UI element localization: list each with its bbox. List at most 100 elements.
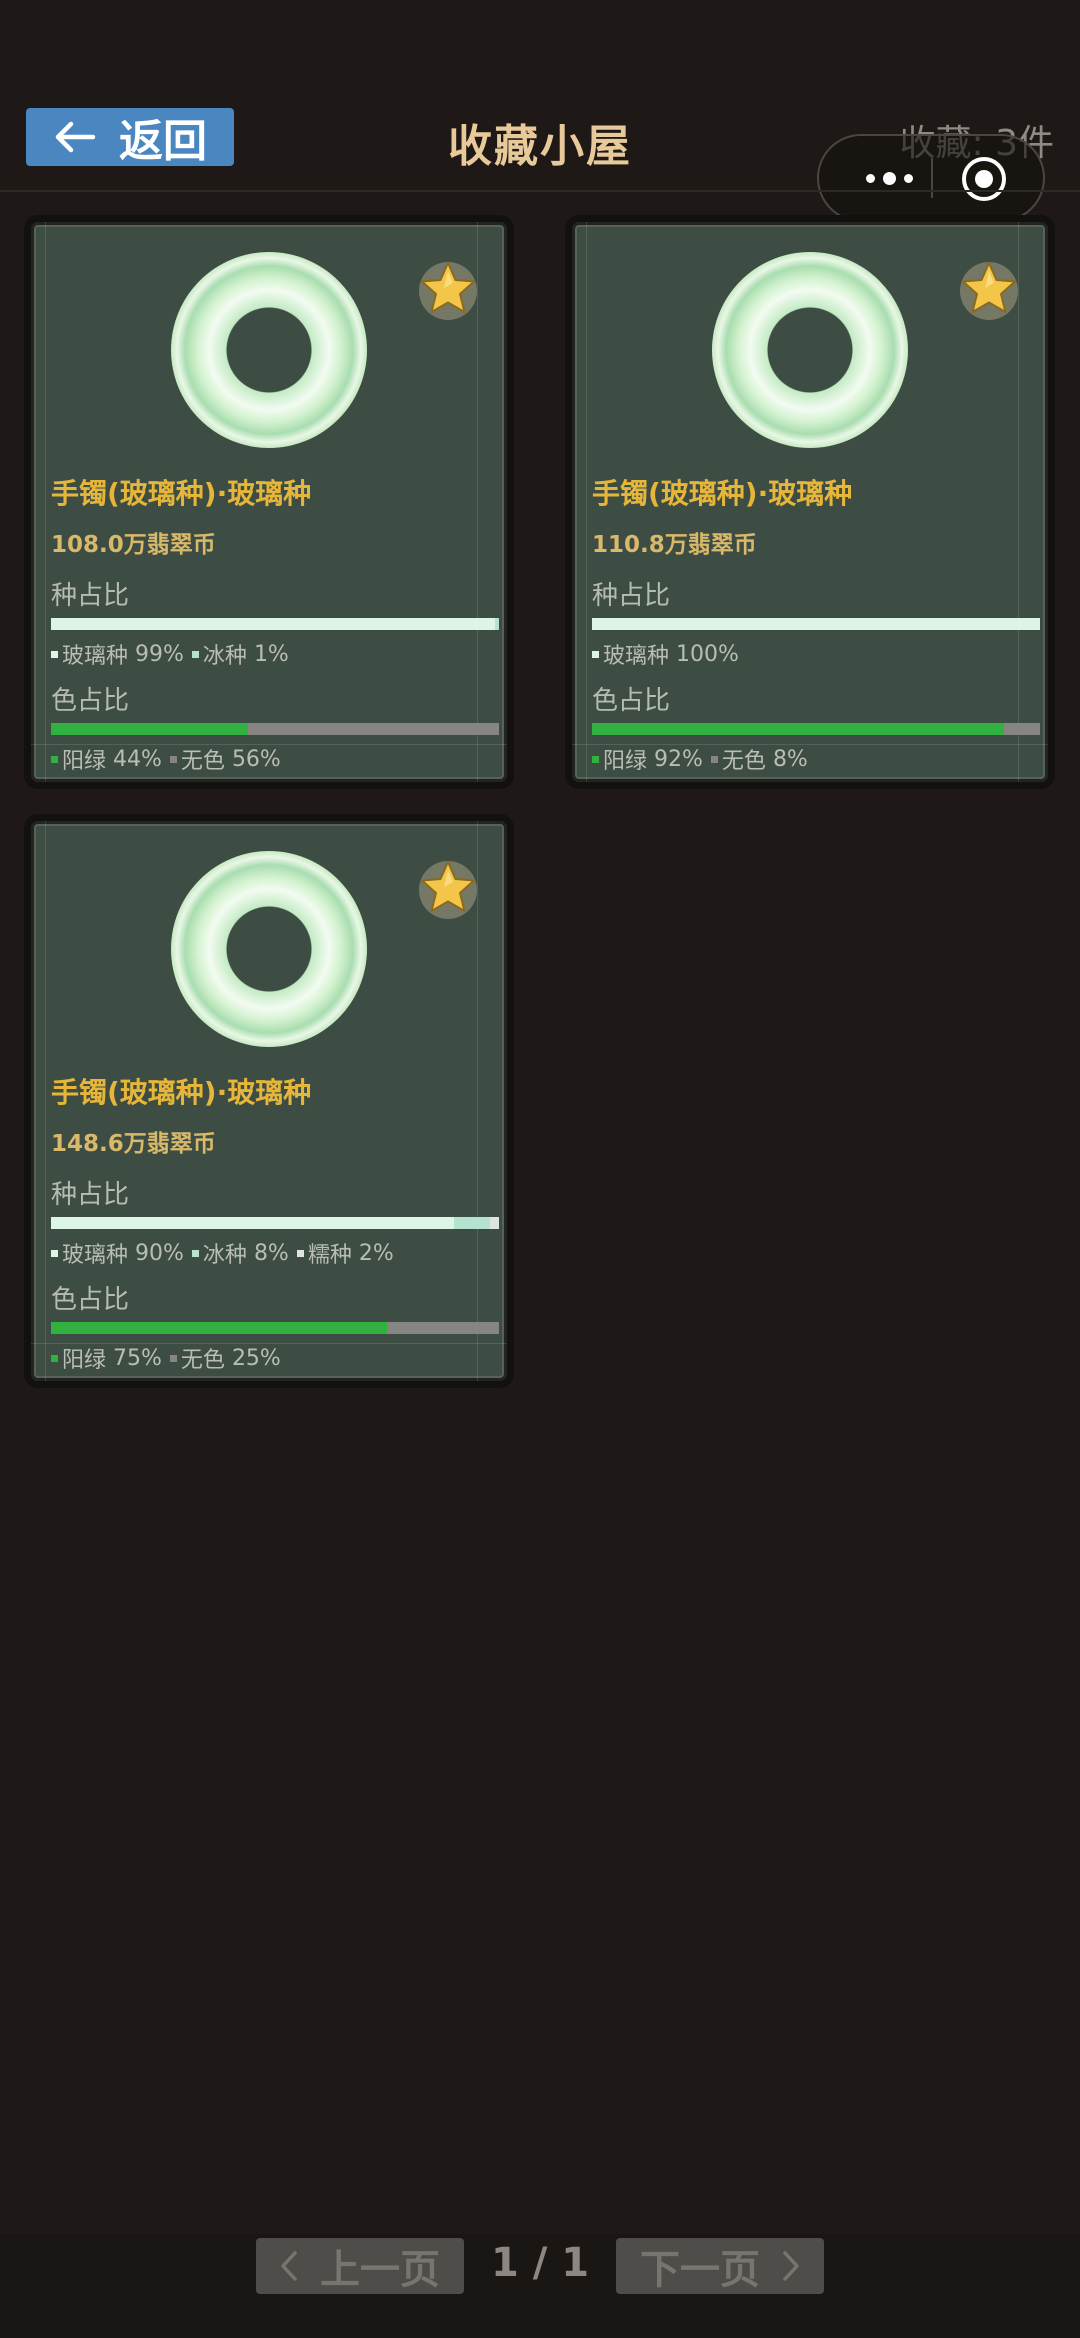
favorite-star-icon[interactable] — [957, 257, 1021, 321]
item-price: 148.6万翡翠币 — [51, 1131, 216, 1157]
legend-percent: 8% — [253, 1240, 289, 1266]
type-legend: 玻璃种 90% 冰种 8% 糯种 2% — [51, 1237, 402, 1269]
legend-entry: 无色 8% — [710, 743, 808, 775]
type-segment-ice — [454, 1217, 491, 1229]
jade-bangle-image — [712, 252, 908, 448]
legend-entry: 无色 25% — [169, 1342, 281, 1374]
favorite-star-icon[interactable] — [416, 856, 480, 920]
chevron-left-icon — [281, 2251, 297, 2281]
legend-label: 玻璃种 — [603, 644, 670, 669]
prev-page-button[interactable]: 上一页 — [256, 2238, 464, 2294]
prev-page-label: 上一页 — [320, 2247, 440, 2293]
collection-card[interactable]: 手镯(玻璃种)·玻璃种 108.0万翡翠币 种占比 玻璃种 99% 冰种 1% … — [24, 215, 514, 789]
jade-bangle-image — [171, 252, 367, 448]
dot-icon — [882, 171, 896, 185]
legend-percent: 100% — [676, 641, 739, 667]
color-legend: 阳绿 92% 无色 8% — [592, 743, 816, 775]
type-segment-glass — [592, 618, 1040, 630]
legend-swatch — [51, 1354, 58, 1362]
legend-label: 无色 — [180, 749, 225, 774]
legend-entry: 玻璃种 100% — [592, 638, 739, 670]
color-ratio-bar — [51, 723, 499, 735]
type-ratio-label: 种占比 — [51, 1180, 130, 1210]
capsule-divider — [931, 158, 933, 198]
legend-label: 阳绿 — [62, 1348, 107, 1373]
type-ratio-label: 种占比 — [592, 581, 671, 611]
legend-entry: 糯种 2% — [296, 1237, 394, 1269]
header-divider — [0, 190, 1080, 192]
legend-label: 玻璃种 — [62, 644, 129, 669]
legend-swatch — [592, 755, 599, 763]
color-segment-colorless — [387, 1322, 499, 1334]
legend-entry: 阳绿 44% — [51, 743, 162, 775]
legend-swatch — [191, 650, 199, 658]
type-ratio-bar — [51, 1217, 499, 1229]
type-legend: 玻璃种 99% 冰种 1% — [51, 638, 297, 670]
legend-label: 糯种 — [307, 1243, 352, 1268]
more-options-button[interactable] — [849, 136, 929, 220]
type-segment-glass — [51, 1217, 455, 1229]
type-ratio-label: 种占比 — [51, 581, 130, 611]
item-name: 手镯(玻璃种)·玻璃种 — [51, 1076, 312, 1109]
legend-swatch — [710, 755, 718, 763]
legend-entry: 阳绿 92% — [592, 743, 703, 775]
close-mini-program-icon[interactable] — [959, 154, 1009, 204]
color-ratio-label: 色占比 — [51, 1285, 130, 1315]
legend-percent: 25% — [231, 1345, 281, 1371]
color-segment-green — [51, 723, 249, 735]
legend-entry: 玻璃种 99% — [51, 638, 184, 670]
mini-program-capsule — [817, 134, 1045, 222]
legend-label: 阳绿 — [62, 749, 107, 774]
dot-icon — [903, 173, 913, 183]
jade-bangle-image — [171, 851, 367, 1047]
color-segment-green — [592, 723, 1005, 735]
legend-entry: 玻璃种 90% — [51, 1237, 184, 1269]
collection-card[interactable]: 手镯(玻璃种)·玻璃种 110.8万翡翠币 种占比 玻璃种 100% 色占比 阳… — [565, 215, 1055, 789]
item-name: 手镯(玻璃种)·玻璃种 — [51, 477, 312, 510]
legend-swatch — [51, 650, 58, 658]
color-segment-green — [51, 1322, 387, 1334]
next-page-button[interactable]: 下一页 — [616, 2238, 824, 2294]
legend-entry: 阳绿 75% — [51, 1342, 162, 1374]
legend-swatch — [51, 755, 58, 763]
legend-percent: 1% — [253, 641, 289, 667]
collection-card[interactable]: 手镯(玻璃种)·玻璃种 148.6万翡翠币 种占比 玻璃种 90% 冰种 8% … — [24, 814, 514, 1388]
legend-percent: 44% — [113, 746, 162, 772]
legend-entry: 冰种 1% — [191, 638, 289, 670]
legend-label: 无色 — [180, 1348, 225, 1373]
dot-icon — [865, 173, 875, 183]
legend-label: 无色 — [721, 749, 766, 774]
favorite-star-icon[interactable] — [416, 257, 480, 321]
color-ratio-bar — [592, 723, 1040, 735]
type-ratio-bar — [592, 618, 1040, 630]
type-legend: 玻璃种 100% — [592, 638, 747, 670]
color-ratio-bar — [51, 1322, 499, 1334]
legend-label: 玻璃种 — [62, 1243, 129, 1268]
color-ratio-label: 色占比 — [592, 686, 671, 716]
chevron-right-icon — [783, 2251, 799, 2281]
type-segment-glass — [51, 618, 495, 630]
type-ratio-bar — [51, 618, 499, 630]
legend-entry: 冰种 8% — [191, 1237, 289, 1269]
color-legend: 阳绿 44% 无色 56% — [51, 743, 289, 775]
item-name: 手镯(玻璃种)·玻璃种 — [592, 477, 853, 510]
legend-label: 阳绿 — [603, 749, 648, 774]
next-page-label: 下一页 — [640, 2247, 760, 2293]
legend-percent: 2% — [358, 1240, 394, 1266]
legend-percent: 92% — [654, 746, 703, 772]
type-segment-ice — [494, 618, 499, 630]
color-legend: 阳绿 75% 无色 25% — [51, 1342, 289, 1374]
item-price: 110.8万翡翠币 — [592, 532, 757, 558]
legend-swatch — [169, 755, 177, 763]
color-segment-colorless — [1004, 723, 1040, 735]
legend-swatch — [191, 1249, 199, 1257]
legend-label: 冰种 — [202, 1243, 247, 1268]
legend-swatch — [592, 650, 599, 658]
legend-percent: 56% — [231, 746, 281, 772]
item-price: 108.0万翡翠币 — [51, 532, 216, 558]
color-ratio-label: 色占比 — [51, 686, 130, 716]
type-segment-waxy — [490, 1217, 499, 1229]
legend-entry: 无色 56% — [169, 743, 281, 775]
legend-label: 冰种 — [202, 644, 247, 669]
legend-percent: 99% — [135, 641, 184, 667]
